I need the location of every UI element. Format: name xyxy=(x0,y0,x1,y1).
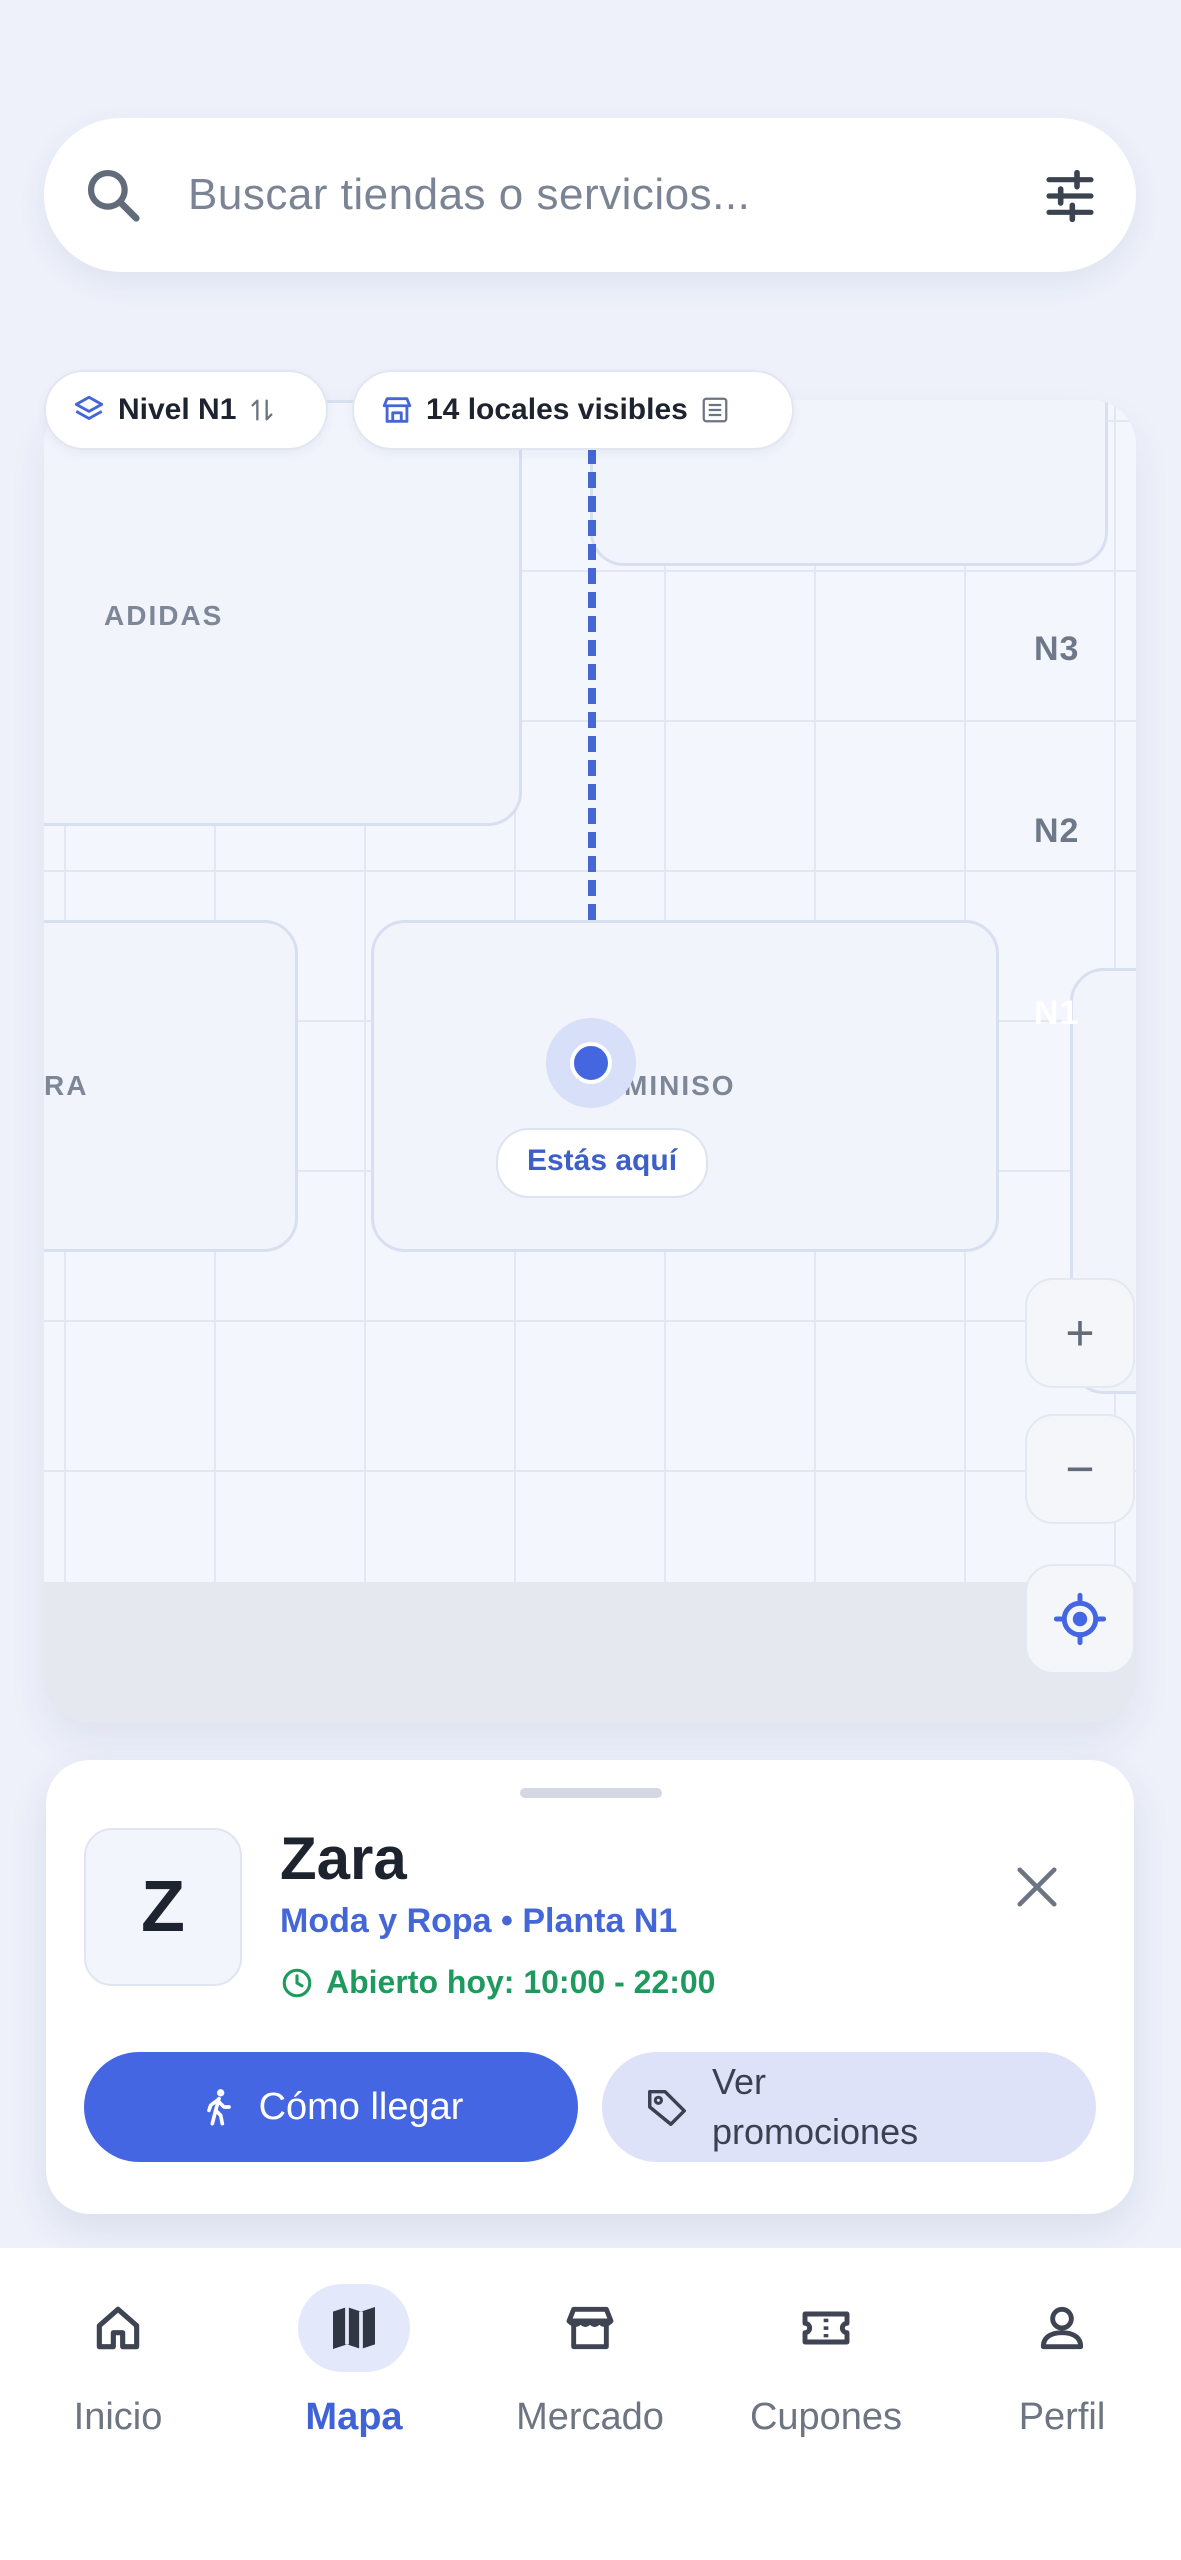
store-hours: Abierto hoy: 10:00 - 22:00 xyxy=(280,1964,715,2001)
current-location-marker xyxy=(570,1042,612,1084)
clock-icon xyxy=(282,1968,312,1997)
walking-icon xyxy=(206,2089,231,2126)
ticket-icon xyxy=(802,2311,850,2345)
nav-item-mercado[interactable]: Mercado xyxy=(472,2284,708,2444)
zoom-out-button[interactable]: − xyxy=(1025,1414,1135,1524)
person-icon xyxy=(1040,2306,1084,2350)
nav-label-inicio: Inicio xyxy=(73,2396,163,2438)
nav-label-mercado: Mercado xyxy=(516,2396,664,2438)
nav-icon-wrap xyxy=(62,2284,174,2372)
mall-map[interactable]: ADIDAS RA MINISO N3 N2 N1 Estás aquí xyxy=(44,400,1136,1722)
nav-item-perfil[interactable]: Perfil xyxy=(944,2284,1180,2444)
bottom-navigation: Inicio Mapa Mercado Cupones Perfil xyxy=(0,2248,1181,2560)
visible-stores-chip[interactable]: 14 locales visibles xyxy=(352,370,794,450)
level-selector-chip[interactable]: Nivel N1 xyxy=(44,370,328,450)
level-label-n3: N3 xyxy=(1034,630,1080,668)
search-input[interactable]: Buscar tiendas o servicios... xyxy=(188,118,750,272)
store-name: Zara xyxy=(280,1825,407,1892)
nav-item-cupones[interactable]: Cupones xyxy=(708,2284,944,2444)
sheet-drag-handle[interactable] xyxy=(520,1788,662,1798)
you-are-here-label: Estás aquí xyxy=(496,1128,708,1198)
layers-icon xyxy=(74,395,104,420)
nav-item-mapa[interactable]: Mapa xyxy=(236,2284,472,2444)
level-label-n2: N2 xyxy=(1034,812,1080,850)
nav-icon-wrap-active xyxy=(298,2284,410,2372)
directions-button[interactable]: Cómo llegar xyxy=(84,2052,578,2162)
recenter-button[interactable] xyxy=(1025,1564,1135,1674)
my-location-icon xyxy=(1053,1592,1107,1646)
close-icon[interactable] xyxy=(1014,1864,1060,1910)
map-icon xyxy=(333,2307,375,2349)
search-icon xyxy=(87,169,140,222)
level-label-n1: N1 xyxy=(1034,994,1080,1032)
store-label-miniso: MINISO xyxy=(624,1070,736,1101)
route-path xyxy=(588,400,596,920)
filter-icon[interactable] xyxy=(1042,168,1098,224)
nav-label-mapa: Mapa xyxy=(305,2396,403,2438)
store-category: Moda y Ropa • Planta N1 xyxy=(280,1902,678,1940)
nav-icon-wrap xyxy=(534,2284,646,2372)
tag-icon xyxy=(648,2089,686,2126)
home-icon xyxy=(96,2306,140,2350)
store-hours-text: Abierto hoy: 10:00 - 22:00 xyxy=(326,1964,716,2000)
swap-vertical-icon xyxy=(251,399,273,421)
store-icon xyxy=(566,2306,614,2350)
promotions-button[interactable]: Ver promociones xyxy=(602,2052,1096,2162)
store-label-zara: RA xyxy=(44,1070,89,1101)
nav-label-perfil: Perfil xyxy=(1018,2396,1106,2438)
nav-icon-wrap xyxy=(1006,2284,1118,2372)
list-icon xyxy=(702,397,728,423)
promotions-label: Ver promociones xyxy=(712,2060,919,2152)
nav-item-inicio[interactable]: Inicio xyxy=(0,2284,236,2444)
storefront-icon xyxy=(382,397,412,423)
visible-stores-label: 14 locales visibles xyxy=(426,393,688,426)
nav-label-cupones: Cupones xyxy=(749,2396,903,2438)
store-logo: Z xyxy=(84,1828,242,1986)
zoom-in-button[interactable]: + xyxy=(1025,1278,1135,1388)
search-bar[interactable]: Buscar tiendas o servicios... xyxy=(44,118,1136,272)
directions-label: Cómo llegar xyxy=(258,2085,464,2128)
level-chip-label: Nivel N1 xyxy=(118,393,237,426)
store-label-adidas: ADIDAS xyxy=(104,600,224,631)
store-detail-sheet: Z Zara Moda y Ropa • Planta N1 Abierto h… xyxy=(46,1760,1134,2214)
nav-icon-wrap xyxy=(770,2284,882,2372)
